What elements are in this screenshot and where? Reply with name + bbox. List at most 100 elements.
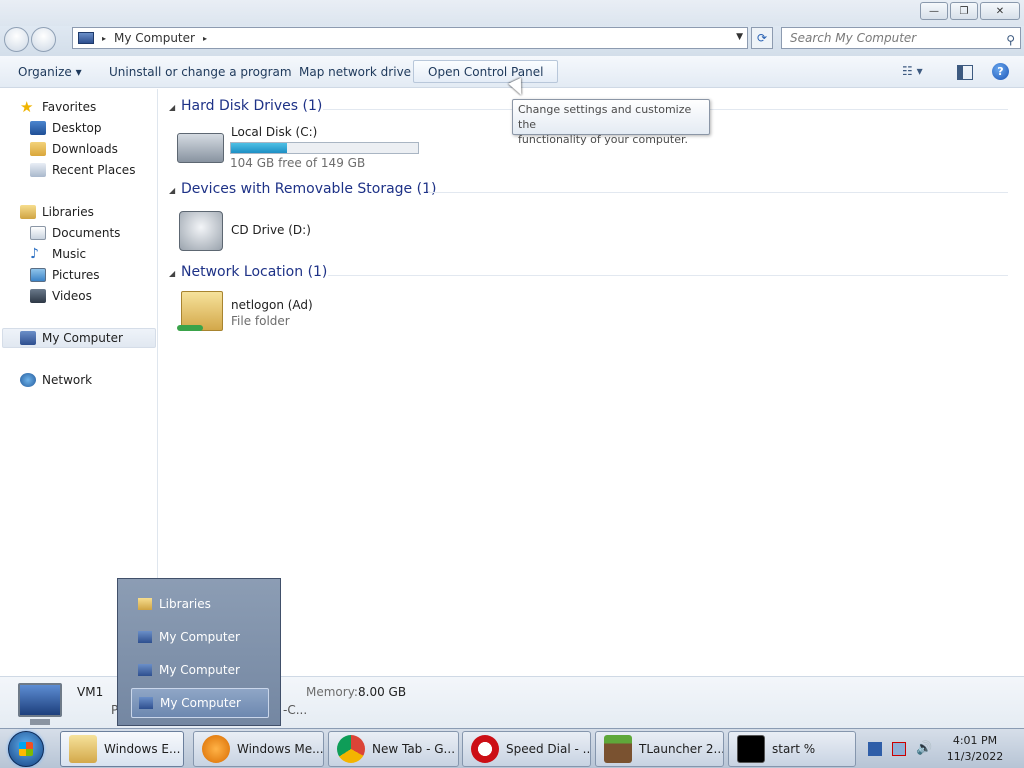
search-input[interactable]: Search My Computer ⚲: [781, 27, 1021, 49]
recent-places-icon: [30, 163, 46, 177]
drive-free-space: 104 GB free of 149 GB: [230, 156, 366, 170]
console-icon: [737, 735, 765, 763]
folder-name: netlogon (Ad): [231, 298, 313, 312]
collapse-icon[interactable]: ◢: [169, 186, 175, 195]
breadcrumb-arrow-icon[interactable]: ▸: [203, 34, 207, 43]
collapse-icon[interactable]: ◢: [169, 269, 175, 278]
nav-music[interactable]: ♪ Music: [30, 244, 86, 264]
nav-documents[interactable]: Documents: [30, 223, 120, 243]
drive-usage-bar: [230, 142, 419, 154]
drive-name: Local Disk (C:): [231, 125, 318, 139]
uninstall-program-button[interactable]: Uninstall or change a program: [109, 65, 292, 79]
folder-type: File folder: [231, 314, 290, 328]
breadcrumb-arrow-icon[interactable]: ▸: [102, 34, 106, 43]
clock[interactable]: 4:01 PM 11/3/2022: [940, 733, 1010, 765]
drive-local-disk-c[interactable]: Local Disk (C:) 104 GB free of 149 GB: [177, 123, 437, 170]
back-button[interactable]: [4, 27, 29, 52]
nav-network-label: Network: [42, 373, 93, 387]
refresh-button[interactable]: ⟳: [751, 27, 773, 49]
popup-item-label: My Computer: [160, 696, 241, 710]
nav-favorites-label: Favorites: [42, 100, 97, 114]
tooltip-line-2: functionality of your computer.: [518, 133, 688, 146]
group-removable-storage[interactable]: ◢ Devices with Removable Storage (1): [160, 181, 1016, 203]
popup-item-libraries[interactable]: Libraries: [131, 589, 269, 619]
map-network-drive-button[interactable]: Map network drive: [299, 65, 411, 79]
search-icon[interactable]: ⚲: [1006, 30, 1015, 50]
task-label: New Tab - G...: [372, 742, 456, 756]
task-opera[interactable]: Speed Dial - ...: [462, 731, 591, 767]
popup-item-label: My Computer: [159, 663, 240, 677]
task-windows-explorer[interactable]: Windows E...: [60, 731, 184, 767]
libraries-icon: [138, 598, 152, 610]
content-pane: ◢ Hard Disk Drives (1) Local Disk (C:) 1…: [160, 89, 1024, 676]
drive-usage-fill: [231, 143, 288, 153]
documents-icon: [30, 226, 46, 240]
network-icon: [20, 373, 36, 387]
nav-documents-label: Documents: [52, 226, 121, 240]
minecraft-grass-icon: [604, 735, 632, 763]
task-chrome[interactable]: New Tab - G...: [328, 731, 459, 767]
maximize-button[interactable]: ❐: [950, 2, 978, 20]
nav-recent-places[interactable]: Recent Places: [30, 160, 135, 180]
nav-libraries-label: Libraries: [42, 205, 94, 219]
change-view-icon[interactable]: ☷ ▾: [902, 64, 923, 78]
nav-pictures-label: Pictures: [52, 268, 100, 282]
nav-pictures[interactable]: Pictures: [30, 265, 100, 285]
task-label: Windows E...: [104, 742, 181, 756]
computer-icon: [138, 631, 152, 643]
nav-recent-label: Recent Places: [52, 163, 136, 177]
hard-drive-icon: [177, 133, 224, 163]
opera-icon: [471, 735, 499, 763]
computer-name: VM1: [77, 685, 104, 699]
group-divider: [328, 275, 1008, 276]
minimize-button[interactable]: —: [920, 2, 948, 20]
task-label: TLauncher 2....: [639, 742, 724, 756]
nav-downloads-label: Downloads: [52, 142, 118, 156]
forward-button[interactable]: [31, 27, 56, 52]
help-icon[interactable]: ?: [992, 63, 1009, 80]
popup-item-label: My Computer: [159, 630, 240, 644]
clock-time: 4:01 PM: [952, 734, 998, 747]
action-center-icon[interactable]: [892, 742, 906, 756]
libraries-icon: [20, 205, 36, 219]
popup-item-my-computer[interactable]: My Computer: [131, 622, 269, 652]
preview-pane-icon[interactable]: [957, 65, 973, 80]
network-status-icon[interactable]: [868, 742, 882, 756]
nav-videos[interactable]: Videos: [30, 286, 92, 306]
task-command-prompt[interactable]: start %: [728, 731, 856, 767]
collapse-icon[interactable]: ◢: [169, 103, 175, 112]
address-bar[interactable]: ▸ My Computer ▸ ▼: [72, 27, 748, 49]
clock-date: 11/3/2022: [946, 750, 1004, 763]
task-label: Windows Me...: [237, 742, 324, 756]
nav-my-computer[interactable]: My Computer: [2, 328, 156, 348]
nav-favorites[interactable]: ★ Favorites: [20, 97, 96, 117]
chrome-icon: [337, 735, 365, 763]
popup-item-my-computer[interactable]: My Computer: [131, 655, 269, 685]
drive-cd-d[interactable]: CD Drive (D:): [177, 207, 377, 255]
nav-libraries[interactable]: Libraries: [20, 202, 94, 222]
task-label: start %: [772, 742, 816, 756]
group-title: Devices with Removable Storage (1): [181, 181, 437, 197]
breadcrumb-my-computer[interactable]: My Computer: [114, 31, 195, 45]
nav-network[interactable]: Network: [20, 370, 92, 390]
window-controls: — ❐ ✕: [920, 2, 1020, 20]
address-dropdown-icon[interactable]: ▼: [736, 32, 743, 42]
network-cable-icon: [177, 325, 203, 331]
nav-downloads[interactable]: Downloads: [30, 139, 118, 159]
start-button[interactable]: [8, 731, 44, 767]
computer-icon: [18, 683, 62, 725]
nav-music-label: Music: [52, 247, 87, 261]
close-button[interactable]: ✕: [980, 2, 1020, 20]
star-icon: ★: [20, 98, 34, 116]
group-network-location[interactable]: ◢ Network Location (1): [160, 264, 1016, 286]
volume-icon[interactable]: 🔊: [916, 742, 932, 756]
task-windows-media[interactable]: Windows Me...: [193, 731, 324, 767]
open-control-panel-button[interactable]: Open Control Panel: [413, 60, 559, 83]
organize-button[interactable]: Organize ▾: [18, 65, 82, 79]
memory-label: Memory:: [306, 685, 358, 699]
task-tlauncher[interactable]: TLauncher 2....: [595, 731, 724, 767]
address-row: ▸ My Computer ▸ ▼ ⟳ Search My Computer ⚲: [0, 26, 1024, 56]
nav-desktop[interactable]: Desktop: [30, 118, 102, 138]
network-folder-netlogon[interactable]: netlogon (Ad) File folder: [177, 289, 377, 339]
popup-item-my-computer-active[interactable]: My Computer: [131, 688, 269, 718]
